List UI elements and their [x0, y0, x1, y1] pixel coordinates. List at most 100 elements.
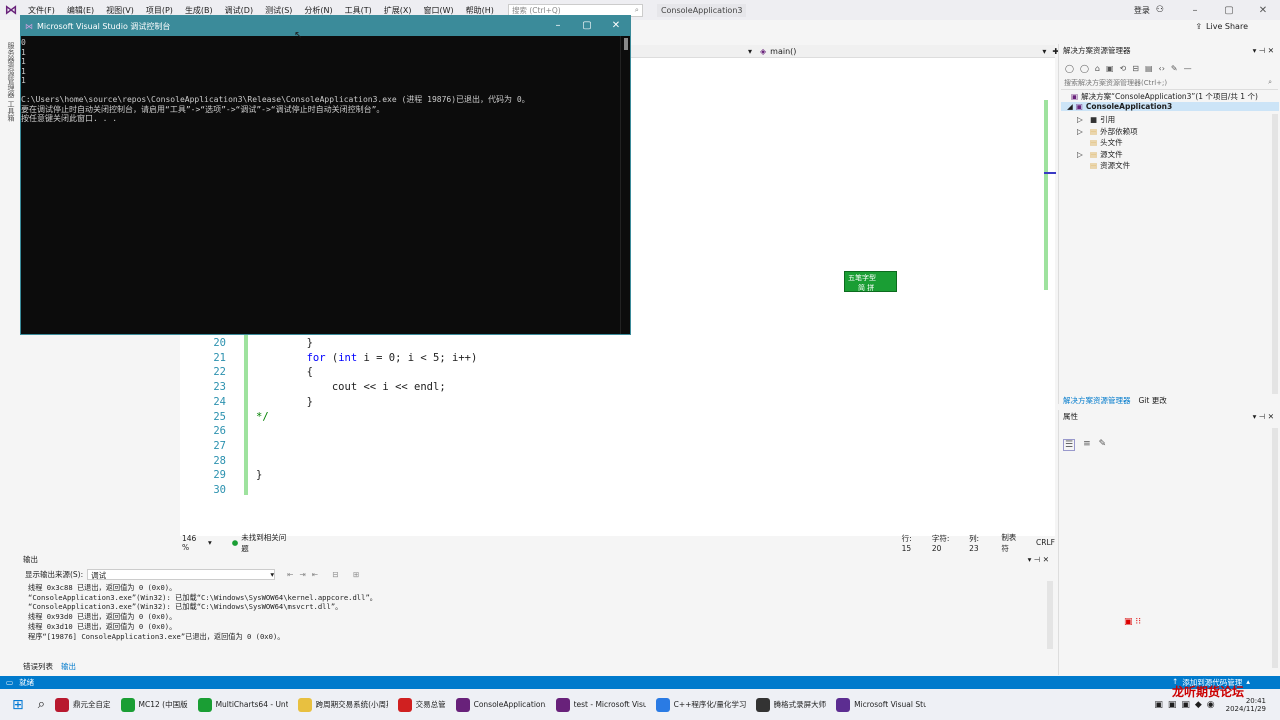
live-share-button[interactable]: ⇪ Live Share	[1195, 22, 1248, 31]
tab-error-list[interactable]: 错误列表	[23, 661, 53, 672]
tree-item[interactable]: ▤ 头文件	[1077, 137, 1123, 148]
expand-arrow-icon[interactable]: ▷	[1077, 150, 1087, 159]
code-line[interactable]: 26	[180, 425, 880, 440]
menu-item[interactable]: 项目(P)	[140, 5, 179, 16]
login-button[interactable]: 登录	[1134, 5, 1150, 16]
tree-item[interactable]: ▷ ▤ 源文件	[1077, 149, 1123, 160]
show-all-icon[interactable]: ▤	[1145, 64, 1153, 73]
code-line[interactable]: 27	[180, 440, 880, 455]
solution-explorer-scrollbar[interactable]	[1272, 114, 1278, 394]
ime-toolbar[interactable]: 五笔字型 简 拼	[844, 271, 897, 292]
visual-studio-icon[interactable]: ⋈	[0, 0, 22, 20]
menu-item[interactable]: 扩展(X)	[378, 5, 418, 16]
expand-arrow-icon[interactable]: ▷	[1077, 115, 1087, 124]
console-maximize-button[interactable]: ▢	[572, 16, 602, 36]
collapse-arrow-icon[interactable]: ◢	[1067, 102, 1073, 111]
console-minimize-button[interactable]: –	[543, 16, 573, 36]
taskbar-app[interactable]: test - Microsoft Visual	[555, 697, 646, 712]
tab-git-changes[interactable]: Git 更改	[1139, 395, 1167, 406]
tray-app-icon[interactable]: ▣ ⁝⁝	[1124, 617, 1141, 627]
menu-item[interactable]: 调试(D)	[219, 5, 259, 16]
panel-controls[interactable]: ▾ ⊣ ✕	[1028, 555, 1049, 564]
collapse-icon[interactable]: ⊟	[1132, 64, 1139, 73]
user-icon[interactable]: ⚇	[1156, 5, 1164, 15]
code-line[interactable]: 23 cout << i << endl;	[180, 381, 880, 396]
taskbar-app[interactable]: Microsoft Visual Studi	[836, 697, 926, 712]
tree-item[interactable]: ▷ ■ 引用	[1077, 114, 1115, 125]
taskbar-app[interactable]: 跨周期交易系统(小周期	[297, 697, 388, 712]
menu-item[interactable]: 工具(T)	[339, 5, 378, 16]
console-titlebar[interactable]: ⋈ Microsoft Visual Studio 调试控制台	[21, 16, 630, 36]
categorized-icon[interactable]: ☰	[1063, 439, 1076, 451]
panel-controls[interactable]: ▾ ⊣ ✕	[1253, 412, 1274, 421]
menu-item[interactable]: 视图(V)	[100, 5, 140, 16]
close-button[interactable]: ✕	[1246, 5, 1280, 16]
console-scrollbar[interactable]	[620, 36, 630, 334]
tray-icons[interactable]: ▣▣▣◆◉	[1154, 700, 1219, 710]
taskbar-app[interactable]: 鼎元全自定	[55, 697, 111, 712]
code-line[interactable]: 22 {	[180, 366, 880, 381]
panel-controls[interactable]: ▾ ⊣ ✕	[1253, 46, 1274, 55]
menu-item[interactable]: 分析(N)	[298, 5, 338, 16]
function-dropdown[interactable]: main()	[770, 47, 796, 56]
code-line[interactable]: 30	[180, 484, 880, 499]
windows-start-icon[interactable]: ⊞	[12, 697, 24, 713]
solution-explorer-toolbar[interactable]: ◯ ◯ ⌂ ▣ ⟲ ⊟ ▤ ‹› ✎ —	[1059, 60, 1280, 76]
code-icon[interactable]: ‹›	[1159, 64, 1165, 73]
dropdown-arrow-icon[interactable]: ▾	[1042, 47, 1046, 56]
search-icon[interactable]: ⌕	[38, 697, 45, 712]
back-icon[interactable]: ◯	[1065, 64, 1074, 73]
output-scrollbar[interactable]	[1047, 581, 1053, 649]
code-line[interactable]: 24 }	[180, 396, 880, 411]
console-scroll-thumb[interactable]	[623, 38, 628, 50]
code-line[interactable]: 20 }	[180, 337, 880, 352]
properties-toolbar[interactable]: ☰ ≡ ✎	[1059, 439, 1280, 451]
code-line[interactable]: 29}	[180, 469, 880, 484]
solution-search-input[interactable]: 搜索解决方案资源管理器(Ctrl+;) ⌕	[1061, 78, 1278, 90]
properties-scrollbar[interactable]	[1272, 428, 1278, 668]
tab-solution-explorer[interactable]: 解决方案资源管理器	[1063, 395, 1131, 406]
output-source-dropdown[interactable]: 调试 ▾	[87, 568, 276, 580]
console-close-button[interactable]: ✕	[601, 16, 631, 36]
left-tool-strip[interactable]: 服务器资源管理器 工具箱	[0, 38, 16, 138]
minimize-button[interactable]: –	[1178, 5, 1212, 16]
issues-label[interactable]: 未找到相关问题	[241, 532, 289, 554]
settings-wrench-icon[interactable]: ✎	[1171, 64, 1178, 73]
code-line[interactable]: 28	[180, 455, 880, 470]
tree-solution[interactable]: ▣ 解决方案“ConsoleApplication3”(1 个项目/共 1 个)	[1071, 91, 1258, 102]
tab-output[interactable]: 输出	[61, 661, 76, 672]
menu-item[interactable]: 测试(S)	[259, 5, 298, 16]
menu-item[interactable]: 编辑(E)	[61, 5, 100, 16]
eol-indicator[interactable]: CRLF	[1036, 538, 1055, 547]
forward-icon[interactable]: ◯	[1080, 64, 1089, 73]
taskbar-app[interactable]: ConsoleApplication3 -	[455, 697, 546, 712]
taskbar-app[interactable]: MC12 (中国版	[120, 697, 188, 712]
maximize-button[interactable]: ▢	[1212, 5, 1246, 16]
zoom-level[interactable]: 146 %	[182, 534, 204, 552]
taskbar-app[interactable]: MultiCharts64 - Untitl	[197, 697, 288, 712]
code-line[interactable]: 21 for (int i = 0; i < 5; i++)	[180, 352, 880, 367]
menu-item[interactable]: 帮助(H)	[460, 5, 500, 16]
history-icon[interactable]: ⟲	[1120, 64, 1127, 73]
debug-console-window[interactable]: ⋈ Microsoft Visual Studio 调试控制台 – ▢ ✕ 01…	[20, 15, 631, 335]
taskbar-app[interactable]: 交易总管	[397, 697, 446, 712]
switch-view-icon[interactable]: ▣	[1106, 64, 1114, 73]
menu-item[interactable]: 文件(F)	[22, 5, 61, 16]
taskbar-app[interactable]: C++程序化/量化学习	[655, 697, 746, 712]
tab-indicator[interactable]: 制表符	[1001, 532, 1022, 554]
dropdown-arrow-icon[interactable]: ▾	[748, 47, 752, 56]
alphabetical-icon[interactable]: ≡	[1083, 439, 1091, 451]
menu-item[interactable]: 窗口(W)	[418, 5, 460, 16]
dropdown-arrow-icon[interactable]: ▾	[208, 538, 212, 547]
expand-arrow-icon[interactable]: ▷	[1077, 127, 1087, 136]
minus-icon[interactable]: —	[1184, 64, 1192, 73]
code-line[interactable]: 25 */	[180, 411, 880, 426]
tree-item[interactable]: ▤ 资源文件	[1077, 160, 1130, 171]
home-icon[interactable]: ⌂	[1095, 64, 1100, 73]
menu-item[interactable]: 生成(B)	[179, 5, 219, 16]
output-toolbar-icons[interactable]: ⇤⇥⇤ ⊟ ⊞	[287, 570, 365, 579]
taskbar-app[interactable]: 腾格式录屏大师	[755, 697, 826, 712]
tree-item[interactable]: ▷ ▤ 外部依赖项	[1077, 126, 1138, 137]
tree-project[interactable]: ◢ ▣ ConsoleApplication3	[1061, 102, 1279, 111]
property-pages-icon[interactable]: ✎	[1099, 439, 1107, 451]
